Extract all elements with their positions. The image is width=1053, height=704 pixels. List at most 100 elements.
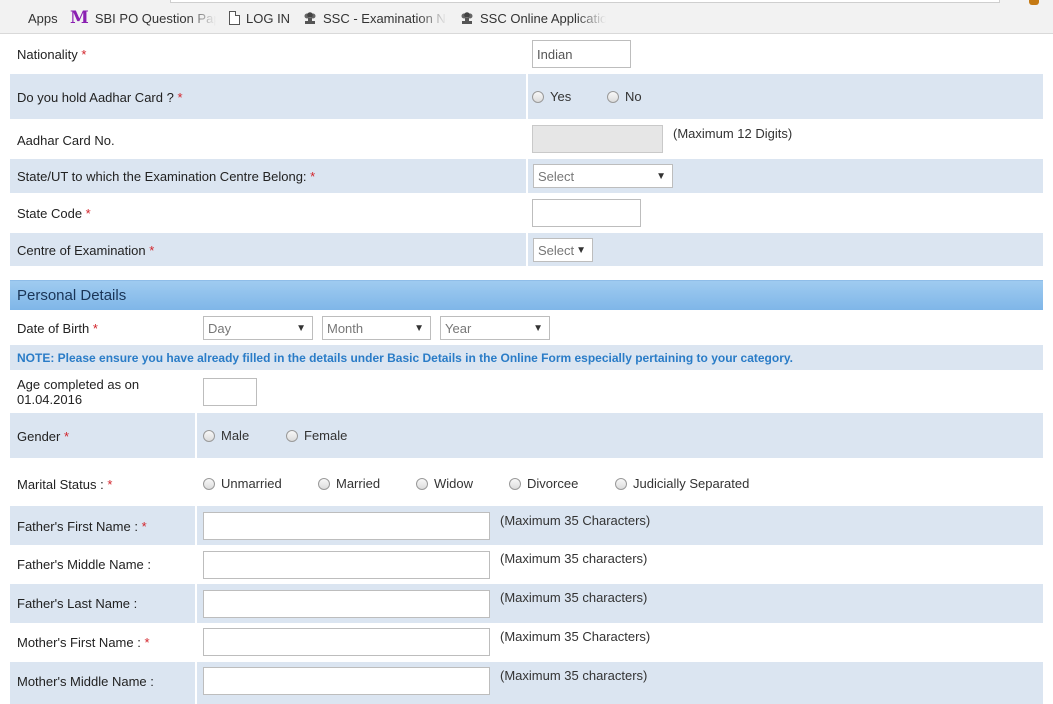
aadhar-no-input[interactable]	[532, 125, 663, 153]
emblem-icon	[461, 12, 473, 24]
row-father-middle: Father's Middle Name : (Maximum 35 chara…	[10, 545, 1043, 584]
bookmark-sbi-po[interactable]: M SBI PO Question Pape	[70, 9, 216, 27]
radio-circle-icon	[607, 90, 619, 103]
required-mark: *	[92, 321, 98, 336]
marital-widow-radio[interactable]: Widow	[416, 476, 473, 491]
row-centre: Centre of Examination * Select ▼	[10, 233, 1043, 266]
radio-label: Married	[336, 476, 381, 491]
dropdown-arrow-icon: ▼	[656, 171, 666, 182]
radio-label: No	[625, 89, 642, 104]
bookmark-label: SBI PO Question Pape	[94, 10, 216, 26]
father-first-hint: (Maximum 35 Characters)	[500, 513, 651, 528]
father-last-input[interactable]	[203, 590, 490, 618]
age-label-line1: Age completed as on	[17, 377, 140, 392]
section-title: Personal Details	[17, 287, 127, 304]
radio-circle-icon	[509, 477, 521, 490]
bookmark-ssc-exam[interactable]: SSC - Examination No	[303, 9, 447, 27]
aadhar-hold-label: Do you hold Aadhar Card ?	[17, 90, 174, 105]
aadhar-no-hint: (Maximum 12 Digits)	[673, 126, 793, 141]
emblem-icon	[304, 12, 316, 24]
bookmark-login[interactable]: LOG IN	[229, 9, 290, 27]
mother-first-input[interactable]	[203, 628, 490, 656]
row-age: Age completed as on 01.04.2016	[10, 370, 1043, 413]
radio-label: Judicially Separated	[633, 476, 750, 491]
marital-unmarried-radio[interactable]: Unmarried	[203, 476, 282, 491]
row-gender: Gender * Male Female	[10, 413, 1043, 458]
row-mother-first: Mother's First Name : * (Maximum 35 Char…	[10, 623, 1043, 662]
state-code-label: State Code	[17, 206, 83, 221]
dob-year-select[interactable]: Year ▼	[440, 316, 550, 340]
mother-first-hint: (Maximum 35 Characters)	[500, 629, 651, 644]
father-middle-hint: (Maximum 35 characters)	[500, 551, 648, 566]
dob-month-select[interactable]: Month ▼	[322, 316, 431, 340]
centre-select[interactable]: Select ▼	[533, 238, 593, 262]
radio-label: Male	[221, 428, 250, 443]
mother-middle-label: Mother's Middle Name :	[17, 674, 154, 689]
marital-separated-radio[interactable]: Judicially Separated	[615, 476, 749, 491]
gender-male-radio[interactable]: Male	[203, 428, 249, 443]
mother-middle-hint: (Maximum 35 characters)	[500, 668, 648, 683]
aadhar-no-label: Aadhar Card No.	[17, 133, 115, 148]
marital-divorcee-radio[interactable]: Divorcee	[509, 476, 578, 491]
select-value: Year	[445, 320, 472, 336]
dob-label: Date of Birth	[17, 321, 90, 336]
dob-day-select[interactable]: Day ▼	[203, 316, 313, 340]
address-bar-edge[interactable]	[170, 0, 1000, 3]
radio-label: Yes	[550, 89, 572, 104]
required-mark: *	[149, 243, 155, 258]
row-note: NOTE: Please ensure you have already fil…	[10, 345, 1043, 370]
select-value: Day	[208, 320, 232, 336]
row-dob: Date of Birth * Day ▼ Month ▼ Year ▼	[10, 311, 1043, 345]
father-first-label: Father's First Name :	[17, 519, 138, 534]
row-aadhar-hold: Do you hold Aadhar Card ? * Yes No	[10, 74, 1043, 119]
radio-circle-icon	[203, 429, 215, 442]
father-first-input[interactable]	[203, 512, 490, 540]
father-middle-input[interactable]	[203, 551, 490, 579]
state-code-input[interactable]	[532, 199, 641, 227]
gender-label: Gender	[17, 429, 61, 444]
dropdown-arrow-icon: ▼	[414, 323, 424, 334]
state-ut-select[interactable]: Select ▼	[533, 164, 673, 188]
row-father-first: Father's First Name : * (Maximum 35 Char…	[10, 506, 1043, 545]
gender-female-radio[interactable]: Female	[286, 428, 347, 443]
required-mark: *	[177, 90, 183, 105]
father-last-hint: (Maximum 35 characters)	[500, 590, 648, 605]
document-icon	[229, 11, 240, 25]
required-mark: *	[310, 169, 316, 184]
aadhar-no-radio[interactable]: No	[607, 89, 642, 104]
bookmark-label: Apps	[28, 10, 58, 26]
nationality-label: Nationality	[17, 47, 78, 62]
bookmark-label: LOG IN	[246, 10, 291, 26]
radio-circle-icon	[203, 477, 215, 490]
nationality-input[interactable]	[532, 40, 631, 68]
radio-circle-icon	[532, 90, 544, 103]
age-label-line2: 01.04.2016	[17, 392, 83, 407]
select-value: Select	[538, 242, 575, 258]
bookmark-ssc-online[interactable]: SSC Online Applicatio	[460, 9, 606, 27]
bookmark-label: SSC - Examination No	[323, 10, 447, 26]
aadhar-yes-radio[interactable]: Yes	[532, 89, 571, 104]
extension-icon[interactable]	[1029, 0, 1039, 5]
required-mark: *	[107, 477, 113, 492]
centre-label: Centre of Examination	[17, 243, 146, 258]
required-mark: *	[141, 519, 147, 534]
radio-circle-icon	[318, 477, 330, 490]
bookmarks-bar: Apps M SBI PO Question Pape LOG IN SSC -…	[0, 0, 1053, 34]
apps-grid-icon	[8, 11, 22, 25]
father-last-label: Father's Last Name :	[17, 596, 138, 611]
radio-label: Widow	[434, 476, 474, 491]
category-note: NOTE: Please ensure you have already fil…	[17, 351, 794, 365]
mother-middle-input[interactable]	[203, 667, 490, 695]
required-mark: *	[144, 635, 150, 650]
row-nationality: Nationality *	[10, 34, 1043, 74]
bookmark-apps[interactable]: Apps	[8, 9, 58, 27]
gmail-m-icon: M	[70, 9, 89, 27]
radio-circle-icon	[615, 477, 627, 490]
select-value: Select	[538, 168, 575, 184]
row-aadhar-no: Aadhar Card No. (Maximum 12 Digits)	[10, 119, 1043, 159]
required-mark: *	[81, 47, 87, 62]
dropdown-arrow-icon: ▼	[576, 245, 586, 256]
marital-married-radio[interactable]: Married	[318, 476, 380, 491]
age-input[interactable]	[203, 378, 257, 406]
state-ut-label: State/UT to which the Examination Centre…	[17, 169, 307, 184]
